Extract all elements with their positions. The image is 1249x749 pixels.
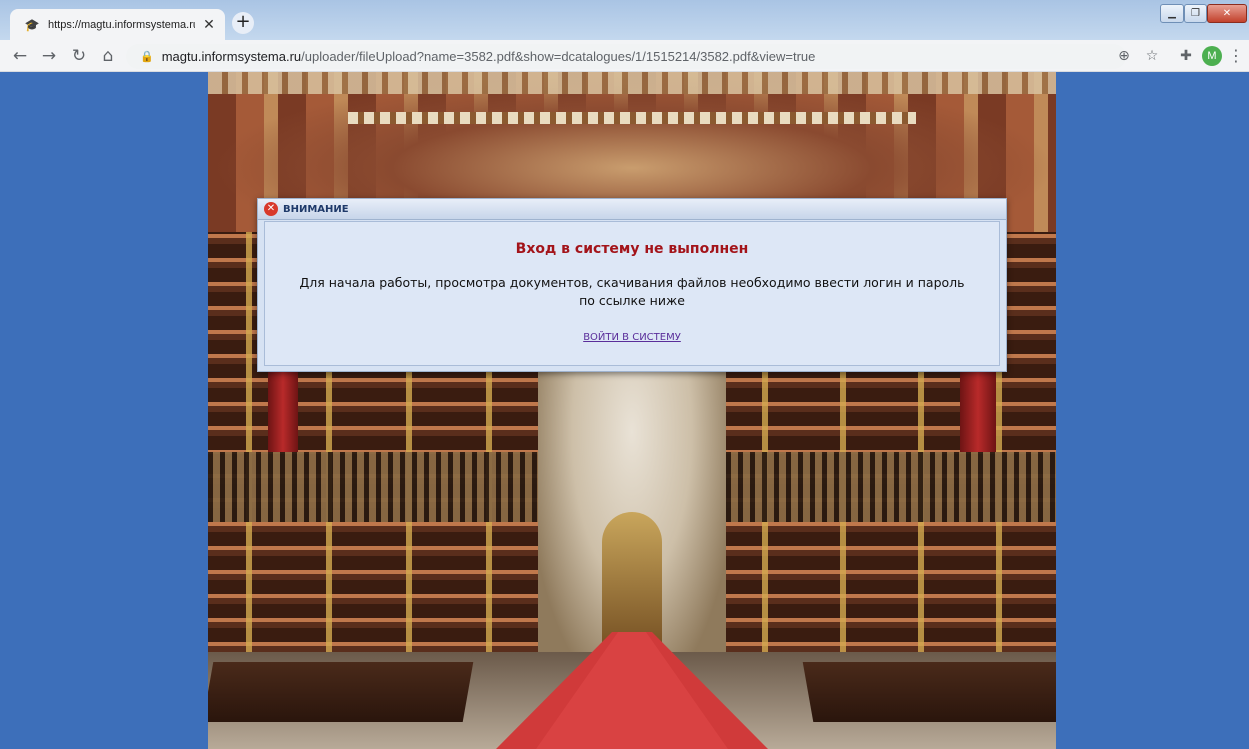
star-icon[interactable]: ☆ <box>1140 44 1164 68</box>
reading-table-left <box>208 662 474 722</box>
library-background-image <box>208 72 1056 749</box>
back-icon[interactable]: ← <box>8 44 32 68</box>
page-content: ✕ ВНИМАНИЕ Вход в систему не выполнен Дл… <box>0 72 1249 749</box>
minimize-button[interactable]: ▁ <box>1160 4 1184 23</box>
menu-icon[interactable]: ⋮ <box>1228 44 1244 68</box>
dialog-message: Для начала работы, просмотра документов,… <box>299 275 965 308</box>
window-close-button[interactable]: ✕ <box>1207 4 1247 23</box>
profile-avatar[interactable]: M <box>1202 46 1222 66</box>
dialog-heading: Вход в систему не выполнен <box>515 241 749 257</box>
reading-table-right <box>802 662 1056 722</box>
maximize-button[interactable]: ❐ <box>1184 4 1207 23</box>
address-bar[interactable]: 🔒 magtu.informsystema.ru/uploader/fileUp… <box>126 44 1126 69</box>
url-path: /uploader/fileUpload?name=3582.pdf&show=… <box>301 49 816 64</box>
new-tab-button[interactable]: + <box>232 12 254 34</box>
browser-tab[interactable]: 🎓 https://magtu.informsystema.ru/ ✕ <box>10 9 225 40</box>
close-tab-icon[interactable]: ✕ <box>201 17 217 33</box>
login-link[interactable]: ВОЙТИ В СИСТЕМУ <box>583 332 681 343</box>
dialog-header: ✕ ВНИМАНИЕ <box>258 199 1006 220</box>
forward-icon[interactable]: → <box>37 44 61 68</box>
home-icon[interactable]: ⌂ <box>96 44 120 68</box>
informsystema-logo-icon: 🎓 <box>24 17 40 32</box>
lock-icon[interactable]: 🔒 <box>140 50 154 63</box>
dialog-title: ВНИМАНИЕ <box>283 203 349 215</box>
url-host: magtu.informsystema.ru <box>161 49 302 64</box>
dialog-body: Вход в систему не выполнен Для начала ра… <box>264 221 1000 366</box>
login-required-dialog: ✕ ВНИМАНИЕ Вход в систему не выполнен Дл… <box>257 198 1007 372</box>
tab-title: https://magtu.informsystema.ru/ <box>48 18 195 31</box>
browser-toolbar: ← → ↻ ⌂ 🔒 magtu.informsystema.ru/uploade… <box>0 40 1249 72</box>
reload-icon[interactable]: ↻ <box>67 44 91 68</box>
url-text[interactable]: magtu.informsystema.ru/uploader/fileUplo… <box>162 49 816 64</box>
error-icon: ✕ <box>264 202 278 216</box>
extensions-icon[interactable]: ✚ <box>1174 44 1198 68</box>
zoom-icon[interactable]: ⊕ <box>1112 44 1136 68</box>
tab-strip: 🎓 https://magtu.informsystema.ru/ ✕ + ▁ … <box>0 0 1249 40</box>
center-arch <box>538 372 726 672</box>
